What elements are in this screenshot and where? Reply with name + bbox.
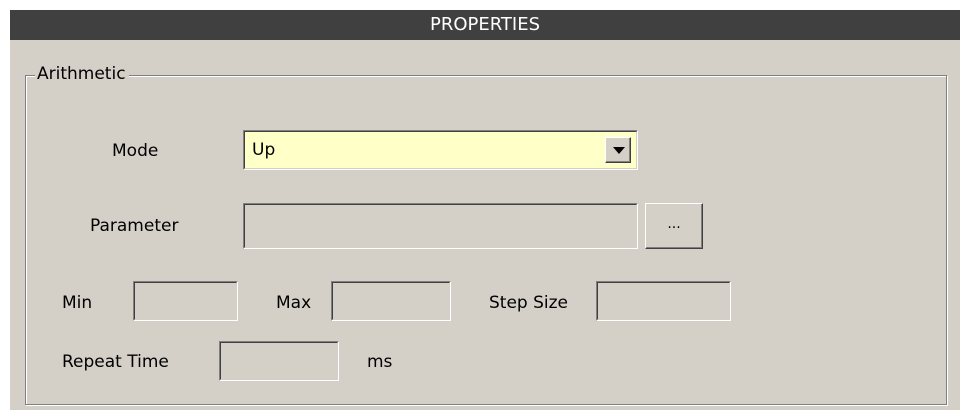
step-size-field[interactable] (596, 281, 731, 321)
repeat-time-unit: ms (367, 352, 393, 372)
parameter-browse-button[interactable]: ... (645, 203, 703, 249)
parameter-label: Parameter (90, 216, 179, 236)
parameter-field[interactable] (243, 203, 638, 249)
mode-dropdown-button[interactable] (605, 137, 631, 163)
mode-combobox[interactable]: Up (243, 130, 638, 170)
max-field[interactable] (331, 281, 451, 321)
panel-title: PROPERTIES (10, 10, 960, 40)
min-label: Min (62, 293, 93, 313)
mode-selected-value: Up (252, 140, 276, 160)
repeat-time-label: Repeat Time (62, 352, 169, 372)
groupbox-legend: Arithmetic (35, 64, 129, 84)
repeat-time-field[interactable] (219, 341, 339, 381)
mode-label: Mode (112, 141, 159, 161)
min-field[interactable] (133, 281, 238, 321)
step-size-label: Step Size (489, 293, 569, 313)
max-label: Max (276, 293, 312, 313)
chevron-down-icon (613, 147, 625, 154)
